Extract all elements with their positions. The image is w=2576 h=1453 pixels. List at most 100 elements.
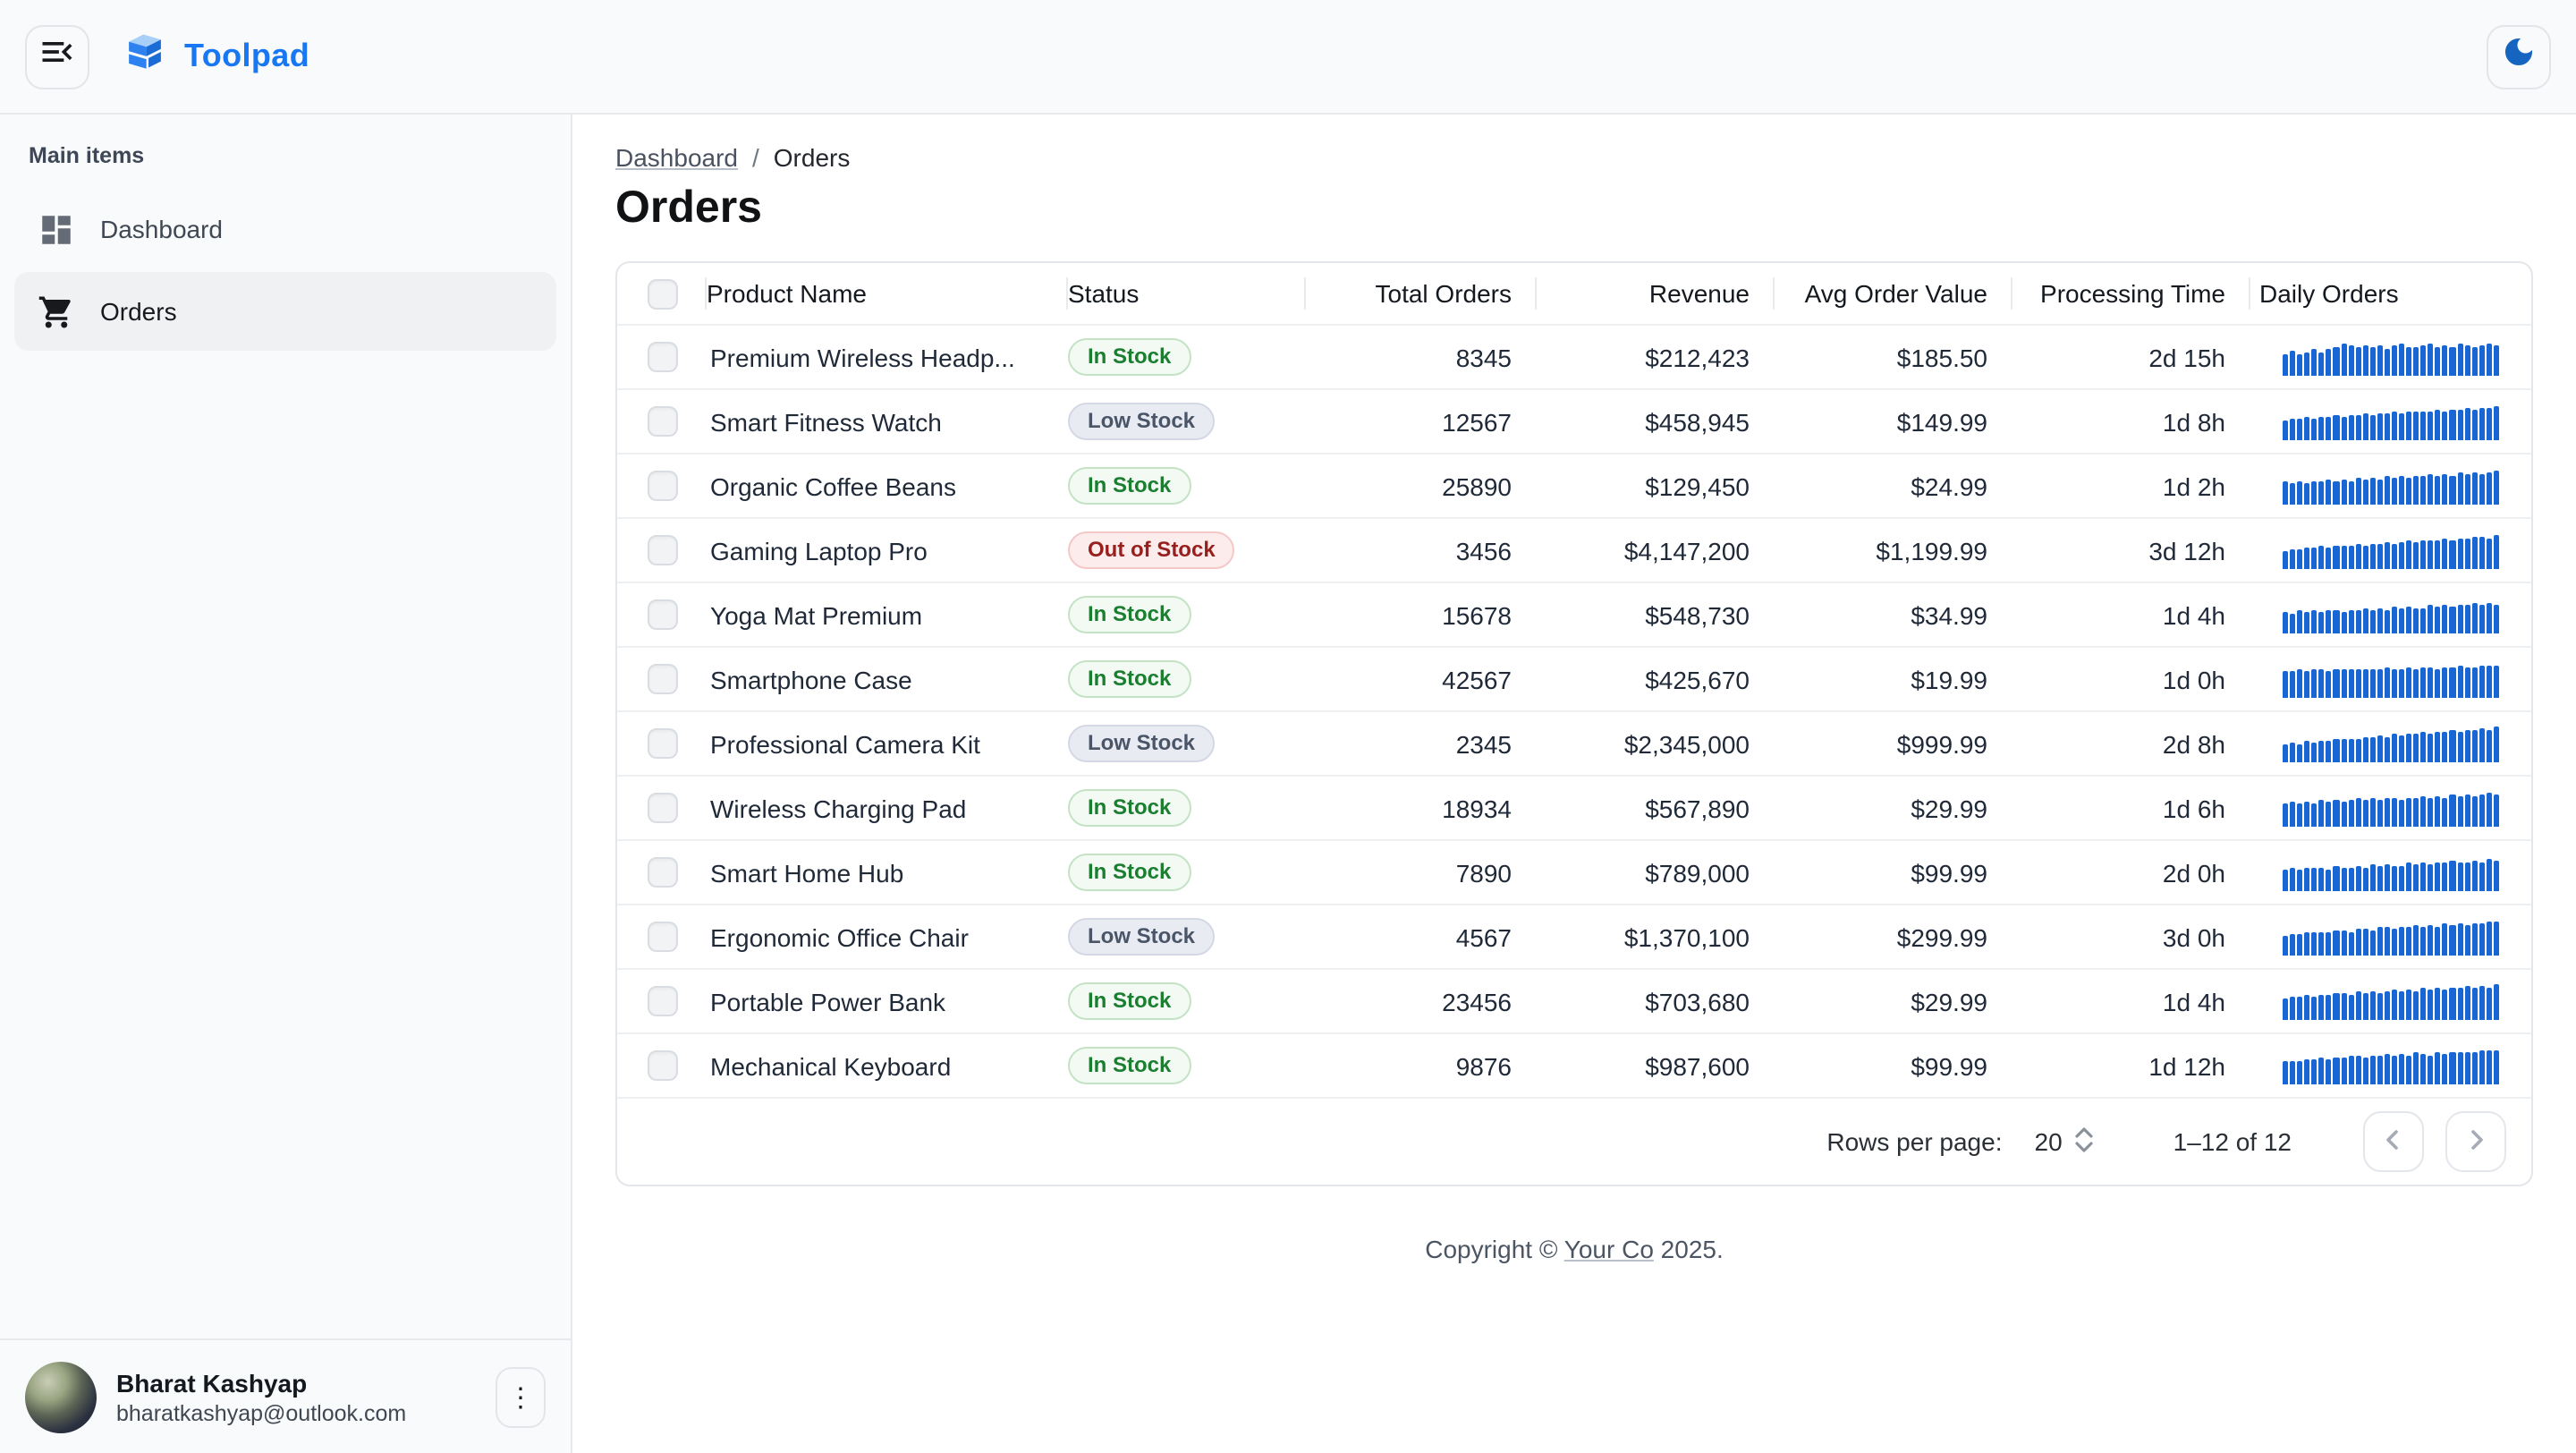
status-badge: In Stock [1068,789,1191,827]
column-header-daily-orders[interactable]: Daily Orders [2250,263,2531,324]
avg-order-value-cell: $19.99 [1775,665,2012,693]
total-orders-cell: 18934 [1306,794,1537,822]
revenue-cell: $789,000 [1537,858,1775,887]
column-header-processing-time[interactable]: Processing Time [2012,263,2250,324]
next-page-button[interactable] [2445,1111,2506,1172]
previous-page-button[interactable] [2363,1111,2424,1172]
row-checkbox[interactable] [647,1050,677,1081]
total-orders-cell: 7890 [1306,858,1537,887]
account-menu-button[interactable]: ⋮ [496,1366,546,1427]
total-orders-cell: 3456 [1306,536,1537,565]
total-orders-cell: 15678 [1306,600,1537,629]
product-name-cell: Premium Wireless Headp... [707,343,1068,371]
footer-company-link[interactable]: Your Co [1564,1235,1654,1263]
page-title: Orders [615,183,2533,234]
collapse-sidebar-button[interactable] [25,24,89,89]
product-name-cell: Portable Power Bank [707,987,1068,1015]
table-row[interactable]: Premium Wireless Headp... In Stock 8345 … [617,324,2531,388]
sidebar-section-label: Main items [0,115,571,186]
sidebar-item-orders[interactable]: Orders [14,272,556,351]
total-orders-cell: 42567 [1306,665,1537,693]
brand[interactable]: Toolpad [122,29,309,84]
table-row[interactable]: Smartphone Case In Stock 42567 $425,670 … [617,646,2531,710]
cart-icon [36,292,75,331]
daily-orders-sparkline [2283,338,2499,376]
status-badge: In Stock [1068,982,1191,1020]
menu-open-icon [38,32,77,81]
table-row[interactable]: Smart Home Hub In Stock 7890 $789,000 $9… [617,839,2531,904]
product-name-cell: Wireless Charging Pad [707,794,1068,822]
status-badge: Low Stock [1068,403,1215,440]
sidebar: Main items Dashboard Orders Bharat Kashy… [0,115,572,1453]
total-orders-cell: 4567 [1306,922,1537,951]
daily-orders-sparkline [2283,531,2499,569]
row-checkbox[interactable] [647,664,677,694]
daily-orders-sparkline [2283,596,2499,633]
table-row[interactable]: Smart Fitness Watch Low Stock 12567 $458… [617,388,2531,453]
rows-per-page-value: 20 [2035,1127,2063,1156]
avg-order-value-cell: $1,199.99 [1775,536,2012,565]
avg-order-value-cell: $99.99 [1775,1051,2012,1080]
product-name-cell: Gaming Laptop Pro [707,536,1068,565]
breadcrumb: Dashboard / Orders [615,143,2533,172]
table-row[interactable]: Ergonomic Office Chair Low Stock 4567 $1… [617,904,2531,968]
row-checkbox[interactable] [647,599,677,630]
row-checkbox[interactable] [647,793,677,823]
chevron-left-icon [2377,1123,2410,1160]
app-root: Toolpad Main items Dashboard Orders [0,0,2576,1453]
stepper-arrows-icon [2073,1123,2095,1160]
row-checkbox[interactable] [647,342,677,372]
processing-time-cell: 2d 15h [2012,343,2250,371]
row-checkbox[interactable] [647,406,677,437]
column-header-status[interactable]: Status [1068,263,1306,324]
row-checkbox[interactable] [647,535,677,565]
avg-order-value-cell: $34.99 [1775,600,2012,629]
row-checkbox[interactable] [647,986,677,1016]
orders-table: Product Name Status Total Orders Revenue… [615,261,2533,1186]
user-avatar[interactable] [25,1361,97,1432]
rows-per-page-select[interactable]: 20 [2035,1123,2095,1160]
row-checkbox[interactable] [647,471,677,501]
status-badge: In Stock [1068,467,1191,505]
column-header-total-orders[interactable]: Total Orders [1306,263,1537,324]
table-row[interactable]: Gaming Laptop Pro Out of Stock 3456 $4,1… [617,517,2531,582]
kebab-menu-icon: ⋮ [507,1381,534,1413]
footer-copyright: Copyright © Your Co 2025. [615,1235,2533,1263]
revenue-cell: $987,600 [1537,1051,1775,1080]
avg-order-value-cell: $29.99 [1775,987,2012,1015]
total-orders-cell: 8345 [1306,343,1537,371]
sidebar-item-dashboard[interactable]: Dashboard [14,190,556,268]
table-row[interactable]: Yoga Mat Premium In Stock 15678 $548,730… [617,582,2531,646]
total-orders-cell: 23456 [1306,987,1537,1015]
product-name-cell: Smart Fitness Watch [707,407,1068,436]
breadcrumb-link-dashboard[interactable]: Dashboard [615,143,738,172]
breadcrumb-current: Orders [774,143,851,172]
row-checkbox[interactable] [647,728,677,759]
table-row[interactable]: Professional Camera Kit Low Stock 2345 $… [617,710,2531,775]
column-header-revenue[interactable]: Revenue [1537,263,1775,324]
processing-time-cell: 2d 0h [2012,858,2250,887]
processing-time-cell: 1d 0h [2012,665,2250,693]
select-all-checkbox[interactable] [647,278,677,309]
table-row[interactable]: Wireless Charging Pad In Stock 18934 $56… [617,775,2531,839]
total-orders-cell: 2345 [1306,729,1537,758]
product-name-cell: Smartphone Case [707,665,1068,693]
row-checkbox[interactable] [647,857,677,888]
table-row[interactable]: Mechanical Keyboard In Stock 9876 $987,6… [617,1032,2531,1097]
processing-time-cell: 1d 4h [2012,987,2250,1015]
table-row[interactable]: Organic Coffee Beans In Stock 25890 $129… [617,453,2531,517]
main-content: Dashboard / Orders Orders Product Name S… [572,115,2576,1453]
processing-time-cell: 1d 6h [2012,794,2250,822]
table-row[interactable]: Portable Power Bank In Stock 23456 $703,… [617,968,2531,1032]
row-checkbox[interactable] [647,922,677,952]
column-header-product-name[interactable]: Product Name [707,263,1068,324]
total-orders-cell: 12567 [1306,407,1537,436]
daily-orders-sparkline [2283,403,2499,440]
theme-toggle-button[interactable] [2487,24,2551,89]
daily-orders-sparkline [2283,854,2499,891]
column-header-avg-order-value[interactable]: Avg Order Value [1775,263,2012,324]
revenue-cell: $212,423 [1537,343,1775,371]
product-name-cell: Ergonomic Office Chair [707,922,1068,951]
product-name-cell: Organic Coffee Beans [707,472,1068,500]
top-app-bar: Toolpad [0,0,2576,115]
